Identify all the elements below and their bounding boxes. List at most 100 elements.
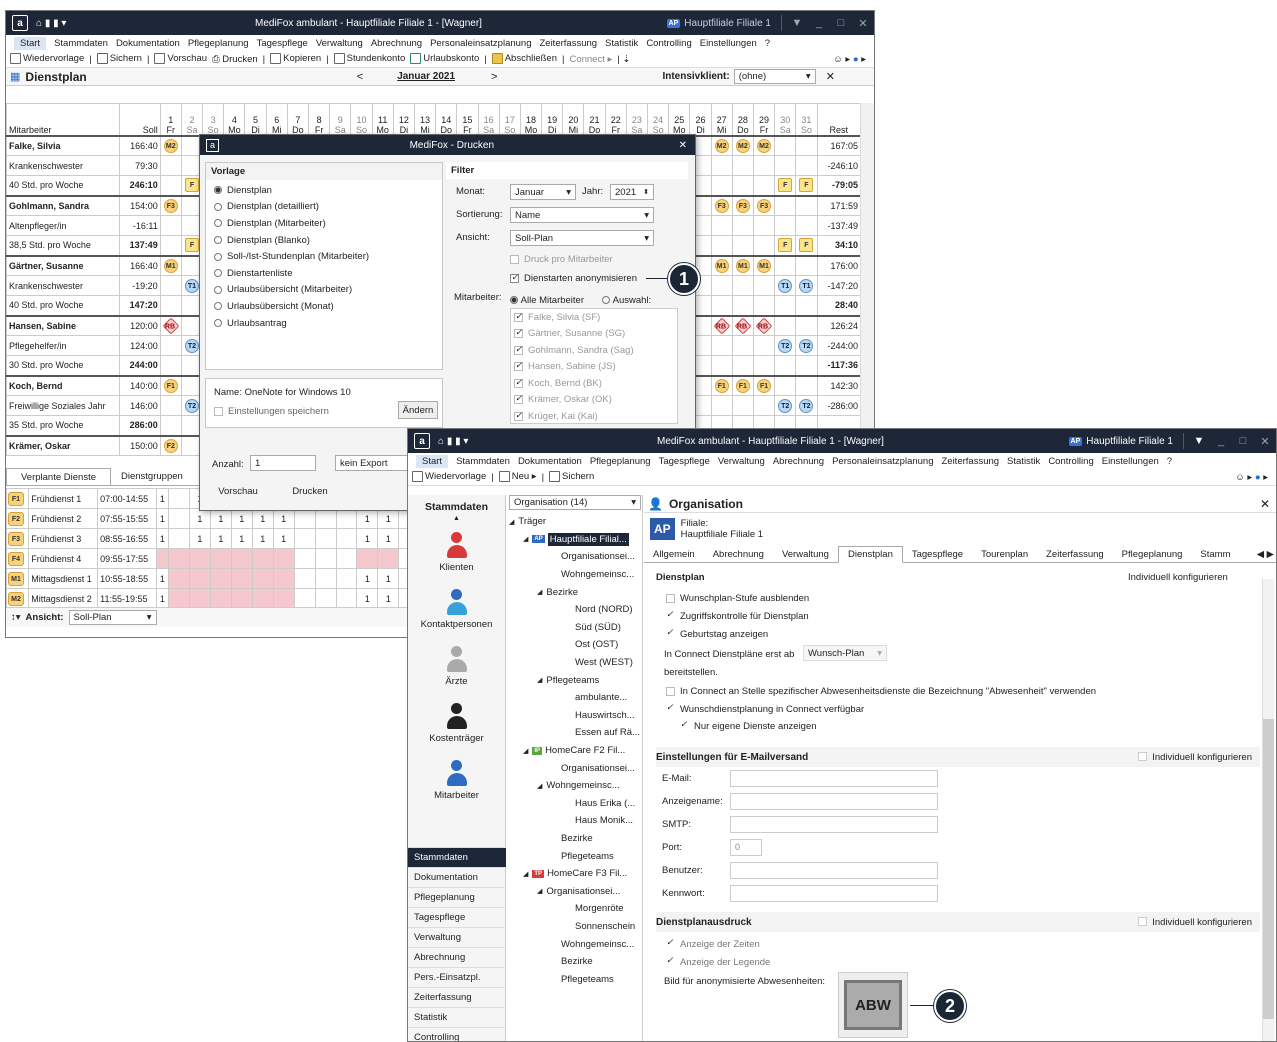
tree-item[interactable]: Haus Monik...	[509, 812, 641, 830]
dienst-day-cell[interactable]	[314, 568, 337, 589]
shift-badge[interactable]: F3	[714, 198, 729, 213]
day-cell[interactable]	[774, 134, 797, 156]
employee-cell[interactable]: Falke, Silvia	[6, 134, 120, 156]
shift-badge[interactable]: T1	[778, 278, 793, 293]
day-header[interactable]: 14 Do	[435, 103, 458, 136]
nav-item[interactable]: Dokumentation	[408, 867, 506, 887]
vorlage-option[interactable]: Urlaubsübersicht (Monat)	[214, 298, 434, 315]
day-cell[interactable]	[774, 155, 797, 176]
shift-badge[interactable]: F1	[163, 378, 178, 393]
dienst-day-cell[interactable]	[188, 548, 211, 569]
tab-pflegeplanung[interactable]: Pflegeplanung	[1113, 547, 1192, 562]
minimize-button[interactable]: _	[1210, 435, 1232, 447]
mitarbeiter-list[interactable]: Falke, Silvia (SF)Gärtner, Susanne (SG)G…	[510, 308, 678, 424]
tab-verplante-dienste[interactable]: Verplante Dienste	[6, 468, 111, 485]
tree-expand-icon[interactable]: ◢	[537, 887, 542, 895]
toolbar-wiedervorlage[interactable]: Wiedervorlage	[10, 53, 84, 65]
scroll-up-icon[interactable]: ▲	[408, 515, 505, 522]
prev-month-button[interactable]: <	[357, 71, 363, 83]
toolbar-kopieren[interactable]: Kopieren	[270, 53, 321, 65]
opt-abwesenheit[interactable]: In Connect an Stelle spezifischer Abwese…	[666, 686, 1096, 697]
intensiv-select[interactable]: (ohne) ▾	[733, 69, 816, 84]
day-cell[interactable]	[159, 335, 182, 356]
day-cell[interactable]	[710, 295, 733, 316]
day-cell[interactable]: F2	[159, 434, 182, 456]
employee-cell[interactable]: 40 Std. pro Woche	[6, 175, 120, 196]
day-cell[interactable]	[710, 275, 733, 296]
day-cell[interactable]: RB	[159, 314, 182, 336]
home-icon[interactable]: ⌂ ▮ ▮ ▾	[36, 18, 66, 29]
employee-cell[interactable]: 30 Std. pro Woche	[6, 355, 120, 376]
day-header[interactable]: 10 So	[350, 103, 373, 136]
day-cell[interactable]: T1	[774, 275, 797, 296]
day-cell[interactable]	[774, 194, 797, 216]
toolbar-sichern[interactable]: Sichern	[96, 53, 142, 65]
menu-item-11[interactable]: Einstellungen	[1102, 456, 1159, 467]
menu-item-5[interactable]: Verwaltung	[718, 456, 765, 467]
mail-field-input[interactable]	[730, 862, 938, 879]
shift-badge[interactable]: F	[799, 178, 814, 193]
dienst-day-cell[interactable]	[251, 568, 274, 589]
close-button[interactable]: ✕	[1254, 435, 1276, 448]
dienst-day-cell[interactable]: 1	[356, 508, 379, 529]
day-cell[interactable]	[159, 355, 182, 376]
nav-item[interactable]: Abrechnung	[408, 947, 506, 967]
menu-item-1[interactable]: Stammdaten	[456, 456, 510, 467]
tree-item[interactable]: Wohngemeinsc...	[509, 566, 641, 584]
tree-expand-icon[interactable]: ◢	[537, 588, 542, 596]
vorschau-button[interactable]: Vorschau	[208, 482, 268, 500]
minimize-button[interactable]: _	[808, 17, 830, 29]
dienst-day-cell[interactable]	[293, 548, 316, 569]
shift-badge[interactable]: M2	[735, 138, 750, 153]
day-header[interactable]: 8 Fr	[308, 103, 331, 136]
dienst-day-cell[interactable]	[168, 488, 190, 509]
day-cell[interactable]	[159, 175, 182, 196]
day-cell[interactable]	[710, 355, 733, 376]
shift-badge[interactable]: T2	[184, 338, 199, 353]
vorlage-option[interactable]: Dienstplan (Mitarbeiter)	[214, 215, 434, 232]
opt-legende[interactable]: Anzeige der Legende	[666, 955, 770, 968]
shift-badge[interactable]: T1	[184, 278, 199, 293]
shift-badge[interactable]: RB	[755, 317, 773, 335]
tree-item[interactable]: Süd (SÜD)	[509, 619, 641, 637]
day-header[interactable]: 31 So	[795, 103, 818, 136]
employee-cell[interactable]: Krankenschwester	[6, 155, 120, 176]
dienst-day-cell[interactable]	[272, 548, 295, 569]
dienst-day-cell[interactable]: 1	[230, 508, 253, 529]
dienst-day-cell[interactable]	[314, 548, 337, 569]
toolbar-stundenkonto[interactable]: Stundenkonto	[333, 53, 405, 65]
day-header[interactable]: 20 Mi	[562, 103, 585, 136]
menu-item-8[interactable]: Zeiterfassung	[539, 38, 597, 49]
day-header[interactable]: 22 Fr	[604, 103, 627, 136]
day-cell[interactable]	[731, 295, 754, 316]
day-header[interactable]: 24 So	[647, 103, 670, 136]
day-cell[interactable]	[159, 275, 182, 296]
day-cell[interactable]	[795, 134, 818, 156]
menu-item-12[interactable]: ?	[765, 38, 770, 49]
menu-item-0[interactable]: Start	[416, 454, 449, 468]
day-cell[interactable]	[752, 395, 776, 416]
employee-cell[interactable]: Hansen, Sabine	[6, 314, 120, 336]
tree-item[interactable]: ◢ Träger	[509, 513, 641, 531]
tree-item[interactable]: ◢ Organisationsei...	[509, 882, 641, 900]
shift-badge[interactable]: M2	[714, 138, 729, 153]
day-cell[interactable]	[795, 215, 818, 236]
day-cell[interactable]: M2	[710, 134, 733, 156]
day-cell[interactable]	[752, 275, 776, 296]
day-header[interactable]: 3 So	[202, 103, 225, 136]
sidebar-kostenträger-icon[interactable]: Kostenträger	[408, 703, 505, 744]
day-header[interactable]: 17 So	[498, 103, 521, 136]
mitarbeiter-item[interactable]: Gärtner, Susanne (SG)	[511, 326, 677, 343]
shift-badge[interactable]: F3	[163, 198, 178, 213]
tab-tagespflege[interactable]: Tagespflege	[903, 547, 972, 562]
dienst-day-cell[interactable]	[188, 568, 211, 589]
save-settings-checkbox[interactable]: Einstellungen speichern	[214, 406, 329, 417]
menu-item-9[interactable]: Statistik	[1007, 456, 1040, 467]
day-cell[interactable]: T2	[774, 335, 797, 356]
day-header[interactable]: 15 Fr	[456, 103, 479, 136]
shift-badge[interactable]: T1	[799, 278, 814, 293]
nav-item[interactable]: Pflegeplanung	[408, 887, 506, 907]
maximize-button[interactable]: □	[830, 17, 852, 29]
dienst-day-cell[interactable]	[293, 528, 316, 549]
shift-badge[interactable]: RB	[162, 317, 180, 335]
